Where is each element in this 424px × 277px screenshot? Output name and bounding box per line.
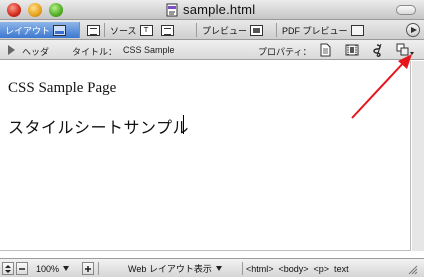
resize-grip-icon[interactable] — [406, 262, 420, 275]
close-window-button[interactable] — [7, 3, 21, 17]
source-list-icon — [160, 24, 174, 36]
tab-divider — [104, 23, 105, 37]
status-bar: 100% Web レイアウト表示 <html> <body> <p> text — [0, 258, 424, 277]
title-value[interactable]: CSS Sample — [123, 45, 175, 55]
stepper-arrows-icon — [5, 264, 11, 273]
chevron-down-icon — [215, 266, 222, 271]
zoom-out-button[interactable] — [16, 262, 28, 275]
document-heading-en[interactable]: CSS Sample Page — [8, 80, 116, 97]
tab-pdf-preview[interactable]: PDF プレビュー — [282, 22, 364, 38]
preview-image-icon — [250, 24, 264, 36]
toolbar-toggle-button[interactable] — [396, 5, 416, 15]
tab-layout[interactable]: レイアウト — [0, 22, 80, 38]
header-info-bar: ヘッダ タイトル： CSS Sample プロパティ： — [0, 40, 424, 60]
css-style-dropdown-icon[interactable] — [396, 43, 416, 57]
tab-preview[interactable]: プレビュー — [202, 22, 264, 38]
layout-view-icon — [53, 24, 67, 36]
pdf-icon — [350, 24, 364, 36]
document-heading-ja[interactable]: スタイルシートサンプル — [8, 114, 189, 138]
header-label[interactable]: ヘッダ — [22, 45, 49, 58]
window-title: sample.html — [183, 2, 256, 17]
properties-label: プロパティ： — [258, 47, 312, 57]
zoom-value: 100% — [36, 263, 60, 274]
grip-lines-icon — [408, 265, 418, 274]
tab-divider — [196, 23, 197, 37]
tab-layout-label: レイアウト — [5, 25, 51, 36]
expand-header-triangle-icon[interactable] — [8, 45, 15, 55]
tab-split[interactable] — [84, 22, 100, 38]
zoom-stepper-button[interactable] — [2, 262, 14, 275]
tab-preview-label: プレビュー — [202, 25, 248, 36]
plus-icon — [85, 265, 91, 272]
title-label: タイトル： — [72, 47, 118, 57]
chevron-down-icon — [63, 266, 70, 271]
title-bar: sample.html — [0, 0, 424, 20]
minimize-window-button[interactable] — [28, 3, 42, 17]
minus-icon — [19, 267, 25, 270]
tab-source[interactable]: ソース T — [110, 22, 174, 38]
link-chain-icon[interactable] — [372, 43, 386, 57]
zoom-window-button[interactable] — [49, 3, 63, 17]
html-document-icon — [166, 3, 178, 17]
view-mode-value: Web レイアウト表示 — [128, 264, 212, 274]
tag-icon: T — [139, 24, 153, 36]
tab-source-label: ソース — [110, 25, 137, 36]
tab-divider — [276, 23, 277, 37]
window-side-gutter — [412, 61, 424, 251]
play-button[interactable] — [406, 23, 420, 37]
page-properties-icon[interactable] — [318, 43, 332, 57]
tab-pdf-preview-label: PDF プレビュー — [282, 25, 348, 36]
split-view-icon — [87, 24, 100, 36]
status-divider — [98, 262, 99, 275]
view-mode-select[interactable]: Web レイアウト表示 — [128, 262, 242, 275]
text-cursor — [183, 115, 184, 134]
film-strip-icon[interactable] — [345, 43, 359, 57]
mode-bar: レイアウト ソース T プレビュー PDF プレビュー — [0, 20, 424, 40]
tag-breadcrumb[interactable]: <html> <body> <p> text — [246, 262, 349, 275]
status-divider — [242, 262, 243, 275]
zoom-in-button[interactable] — [82, 262, 94, 275]
zoom-select[interactable]: 100% — [36, 262, 80, 275]
